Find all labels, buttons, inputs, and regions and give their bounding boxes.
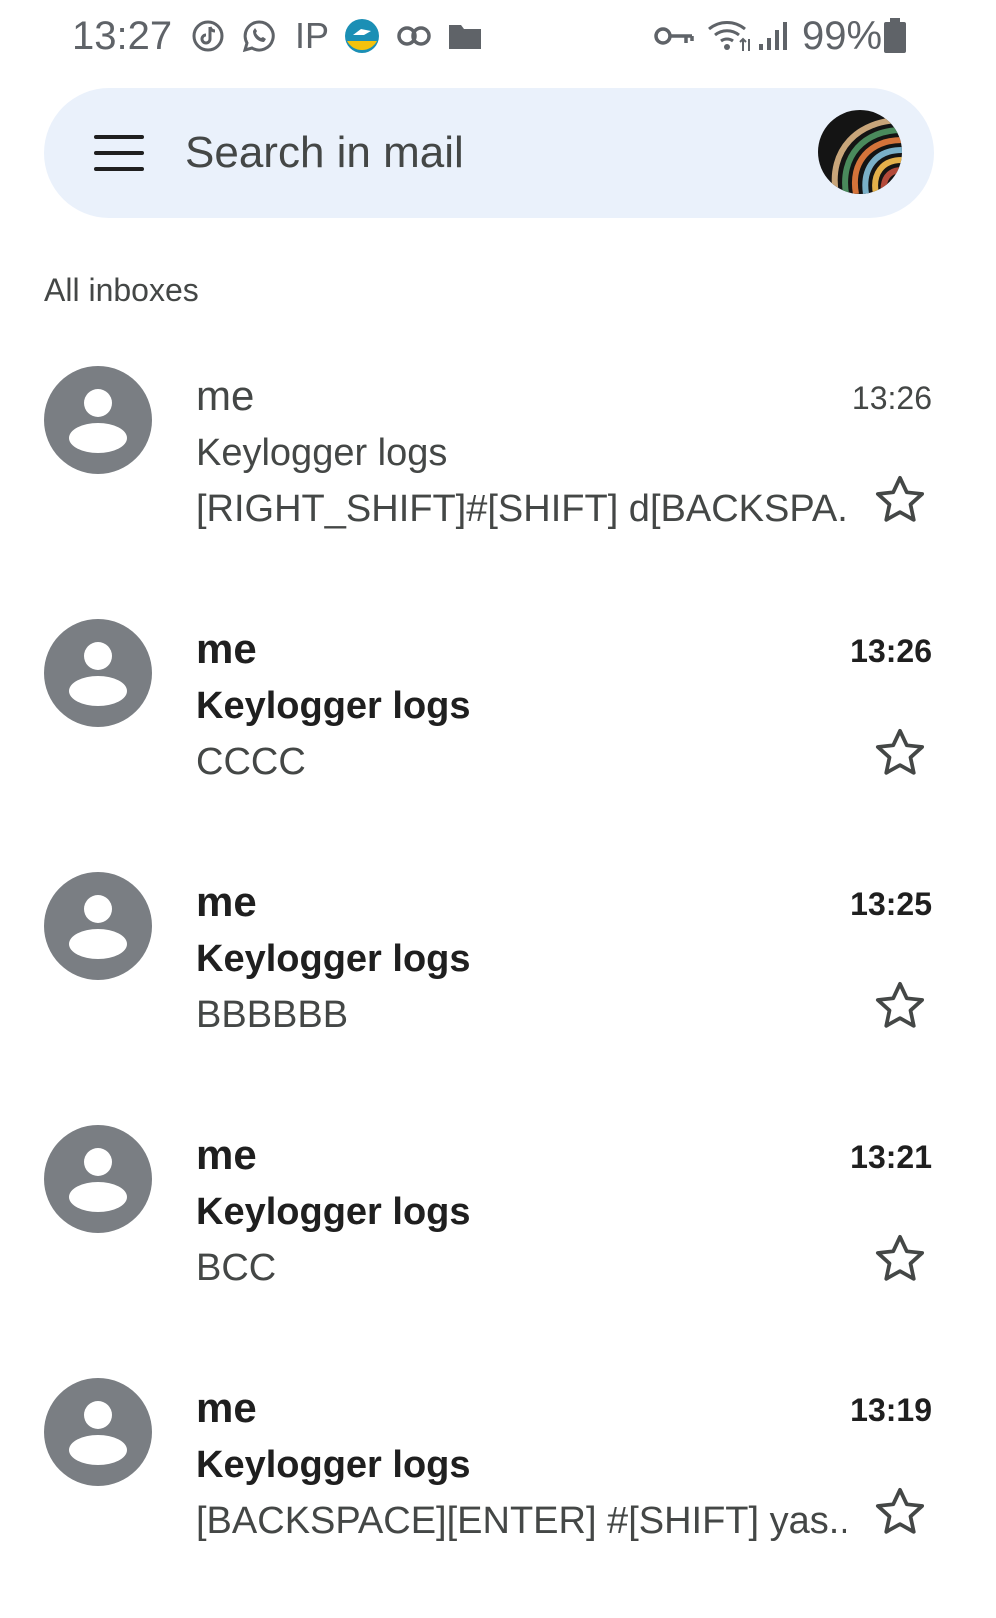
mail-row[interactable]: me Keylogger logs [RIGHT_SHIFT]#[SHIFT] …: [0, 366, 996, 606]
folder-icon: [446, 16, 484, 56]
link-icon: [394, 16, 434, 56]
menu-icon[interactable]: [94, 133, 144, 173]
sender-avatar[interactable]: [44, 872, 152, 980]
star-icon[interactable]: [872, 978, 928, 1034]
star-icon[interactable]: [872, 1484, 928, 1540]
mail-row[interactable]: me Keylogger logs CCCC 13:26: [0, 619, 996, 859]
mail-time: 13:25: [850, 886, 932, 922]
sender-avatar[interactable]: [44, 619, 152, 727]
mail-snippet: [RIGHT_SHIFT]#[SHIFT] d[BACKSPA...: [196, 488, 846, 530]
mail-subject: Keylogger logs: [196, 938, 471, 980]
vpn-key-icon: [652, 16, 696, 56]
star-icon[interactable]: [872, 725, 928, 781]
sender-avatar[interactable]: [44, 366, 152, 474]
mail-subject: Keylogger logs: [196, 685, 471, 727]
mail-sender: me: [196, 625, 257, 672]
tiktok-icon: [190, 16, 226, 56]
mail-time: 13:19: [850, 1392, 932, 1428]
mail-time: 13:21: [850, 1139, 932, 1175]
mail-snippet: CCCC: [196, 741, 306, 783]
mail-sender: me: [196, 1384, 257, 1431]
app-icon: [342, 16, 382, 56]
star-icon[interactable]: [872, 472, 928, 528]
mail-sender: me: [196, 878, 257, 925]
sender-avatar[interactable]: [44, 1125, 152, 1233]
account-avatar[interactable]: [818, 110, 902, 194]
mail-row[interactable]: me Keylogger logs BCC 13:21: [0, 1125, 996, 1365]
sender-avatar[interactable]: [44, 1378, 152, 1486]
mail-subject: Keylogger logs: [196, 1191, 471, 1233]
battery-percent: 99%: [802, 14, 883, 58]
whatsapp-icon: [240, 16, 278, 56]
mail-snippet: BCC: [196, 1247, 277, 1289]
section-label: All inboxes: [44, 272, 199, 308]
mail-snippet: [BACKSPACE][ENTER] #[SHIFT] yas...: [196, 1500, 846, 1542]
ip-icon: IP: [294, 15, 329, 56]
signal-icon: [756, 16, 792, 56]
wifi-icon: [706, 16, 752, 56]
search-bar[interactable]: Search in mail: [44, 88, 934, 218]
mail-row[interactable]: me Keylogger logs BBBBBB 13:25: [0, 872, 996, 1112]
mail-time: 13:26: [851, 380, 932, 416]
star-icon[interactable]: [872, 1231, 928, 1287]
mail-subject: Keylogger logs: [196, 1444, 471, 1486]
mail-sender: me: [196, 372, 255, 419]
mail-snippet: BBBBBB: [196, 994, 349, 1036]
mail-sender: me: [196, 1131, 257, 1178]
search-input[interactable]: Search in mail: [185, 128, 464, 178]
battery-icon: [882, 16, 908, 56]
mail-time: 13:26: [850, 633, 932, 669]
status-bar: 13:27 IP 99%: [0, 0, 996, 72]
status-time: 13:27: [72, 14, 173, 58]
mail-subject: Keylogger logs: [196, 432, 448, 474]
mail-row[interactable]: me Keylogger logs [BACKSPACE][ENTER] #[S…: [0, 1378, 996, 1618]
